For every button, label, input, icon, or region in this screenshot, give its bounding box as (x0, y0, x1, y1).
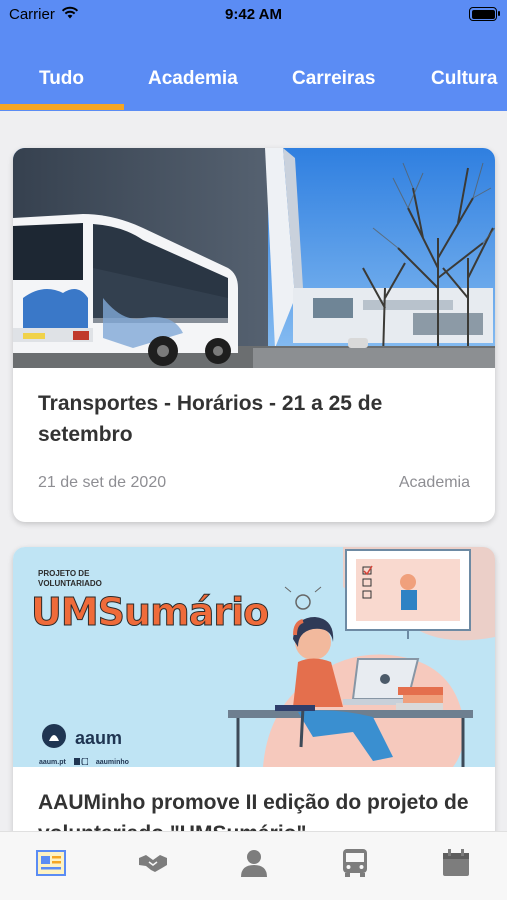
app-header: Carrier 9:42 AM Tudo Academia Carreiras … (0, 0, 507, 111)
news-feed[interactable]: Transportes - Horários - 21 a 25 de sete… (0, 111, 507, 831)
profile-icon (240, 849, 268, 882)
illustration-website: aaum.pt (39, 759, 66, 766)
tab-carreiras[interactable]: Carreiras (292, 68, 375, 90)
tab-calendar[interactable] (439, 848, 473, 882)
article-title: AAUMinho promove II edição do projeto de… (38, 791, 469, 831)
tab-academia[interactable]: Academia (148, 68, 238, 90)
social-icons (73, 757, 89, 767)
news-card[interactable]: Transportes - Horários - 21 a 25 de sete… (13, 148, 495, 522)
bus-icon (342, 848, 368, 883)
bottom-tab-bar (0, 831, 507, 900)
battery-icon (469, 7, 500, 21)
tab-news[interactable] (34, 849, 68, 881)
news-card[interactable]: PROJETO DE VOLUNTARIADO UMSumário aaum a… (13, 547, 495, 831)
status-time: 9:42 AM (225, 6, 282, 23)
illustration-brand: aaum (75, 728, 123, 748)
tab-partners[interactable] (136, 850, 170, 880)
illustration-headline: UMSumário (30, 590, 269, 635)
calendar-icon (442, 848, 470, 882)
selected-tab-indicator (0, 104, 124, 110)
bus-photo (13, 148, 495, 368)
aaum-logo-icon (41, 723, 67, 754)
tab-cultura[interactable]: Cultura (431, 68, 498, 90)
tab-transport[interactable] (338, 848, 372, 883)
article-category: Academia (398, 474, 470, 491)
news-icon (36, 849, 66, 881)
category-tabs: Tudo Academia Carreiras Cultura (0, 60, 507, 111)
illustration-social: aauminho (95, 759, 129, 766)
umsumario-illustration: PROJETO DE VOLUNTARIADO UMSumário aaum a… (13, 547, 495, 767)
article-title: Transportes - Horários - 21 a 25 de sete… (38, 392, 383, 446)
illustration-kicker: VOLUNTARIADO (38, 579, 102, 588)
handshake-icon (138, 852, 168, 879)
article-date: 21 de set de 2020 (38, 474, 167, 491)
tab-tudo[interactable]: Tudo (39, 68, 84, 90)
illustration-kicker: PROJETO DE (38, 569, 90, 578)
tab-profile[interactable] (237, 849, 271, 882)
status-bar: Carrier 9:42 AM (0, 0, 507, 30)
